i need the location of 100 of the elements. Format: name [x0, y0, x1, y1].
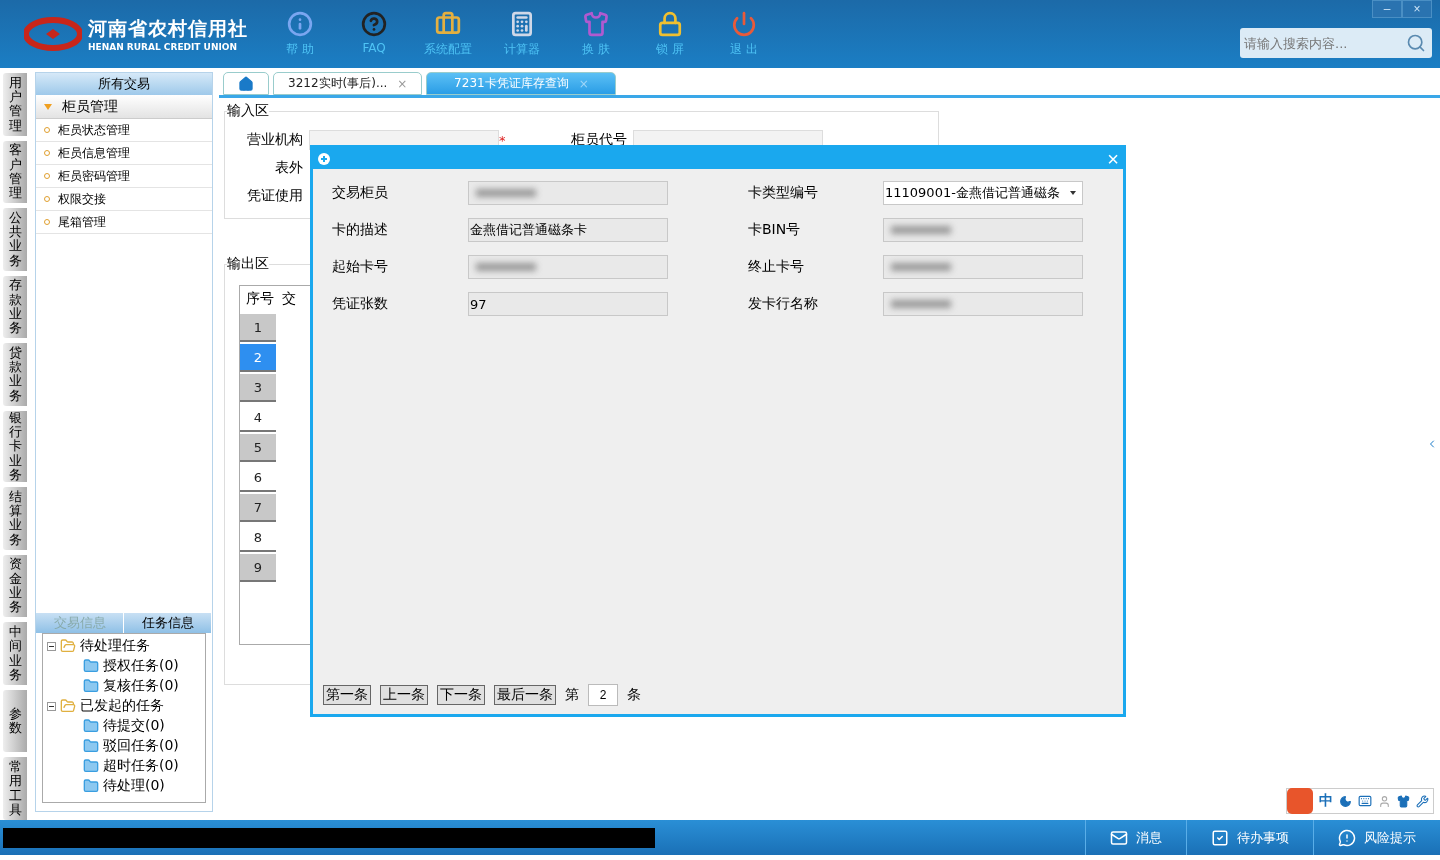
input-field[interactable] [883, 255, 1083, 279]
row-number[interactable]: 3 [240, 374, 276, 402]
side-tab[interactable]: 存款业务 [3, 275, 27, 339]
field-label: 终止卡号 [748, 258, 805, 276]
tree-node[interactable]: 授权任务(0) [103, 657, 179, 675]
lock-icon [657, 10, 683, 37]
side-tab[interactable]: 公共业务 [3, 208, 27, 271]
tree-node[interactable]: 复核任务(0) [103, 677, 179, 695]
sidebar-item[interactable]: 柜员信息管理 [36, 142, 212, 165]
select-field[interactable]: 11109001-金燕借记普通磁条 [883, 181, 1083, 205]
field-label: 卡类型编号 [748, 184, 819, 202]
folder-icon [83, 778, 99, 794]
side-tab[interactable]: 客户管理 [3, 140, 27, 204]
info-icon [287, 10, 313, 37]
ime-mode[interactable]: 中 [1319, 792, 1333, 810]
mail-icon [1110, 828, 1128, 847]
field-label: 凭证张数 [332, 295, 389, 313]
nav-button[interactable]: 下一条 [437, 685, 485, 705]
field-label: 卡的描述 [332, 221, 389, 239]
sidebar-item[interactable]: 柜员状态管理 [36, 119, 212, 142]
row-number[interactable]: 9 [240, 554, 276, 582]
faq-icon [361, 10, 387, 37]
field-label: 营业机构 [246, 131, 304, 149]
page-tab[interactable]: 3212实时(事后)... × [273, 72, 423, 95]
keyboard-icon[interactable] [1358, 794, 1372, 808]
input-field[interactable] [883, 292, 1083, 316]
blurred-value [476, 263, 536, 271]
logo-subtitle: HENAN RURAL CREDIT UNION [88, 42, 238, 52]
blurred-value [891, 226, 951, 234]
tree-node[interactable]: 待处理任务 [80, 637, 150, 655]
tree-node[interactable]: 驳回任务(0) [103, 737, 179, 755]
search-icon[interactable] [1406, 33, 1426, 53]
nav-button[interactable]: 上一条 [380, 685, 428, 705]
caret-icon [44, 103, 52, 110]
input-field[interactable]: 97 [468, 292, 668, 316]
home-tab[interactable] [223, 72, 269, 95]
column-header: 交 [282, 290, 296, 308]
speech-bubble-icon [1338, 828, 1356, 847]
side-tab[interactable]: 贷款业务 [3, 343, 27, 406]
side-tab[interactable]: 参数 [3, 689, 27, 753]
section-title: 输出区 [227, 255, 269, 273]
tree-node[interactable]: 待提交(0) [103, 717, 165, 735]
input-field[interactable]: 金燕借记普通磁条卡 [468, 218, 668, 242]
close-button[interactable]: × [1402, 0, 1432, 18]
blurred-value [476, 189, 536, 197]
tree-node[interactable]: 超时任务(0) [103, 757, 179, 775]
field-label: 卡BIN号 [748, 221, 802, 239]
side-tab[interactable]: 常用工具 [3, 757, 27, 820]
input-field[interactable] [468, 181, 668, 205]
tree-node[interactable]: 待处理(0) [103, 777, 165, 795]
field-label: 发卡行名称 [748, 295, 819, 313]
pager-label: 第 [565, 686, 579, 704]
shirt-icon[interactable] [1397, 794, 1410, 808]
folder-icon [83, 718, 99, 734]
folder-icon [83, 678, 99, 694]
row-number[interactable]: 5 [240, 434, 276, 462]
status-button[interactable]: 风险提示 [1313, 820, 1440, 855]
checkbox-icon [1211, 828, 1229, 847]
side-tab[interactable]: 中间业务 [3, 622, 27, 685]
folder-icon [60, 638, 76, 654]
folder-icon [83, 738, 99, 754]
folder-icon [83, 758, 99, 774]
section-title: 输入区 [227, 102, 269, 120]
logo-title: 河南省农村信用社 [88, 16, 248, 41]
caret-icon [1070, 191, 1076, 195]
group-header[interactable]: 柜员管理 [36, 95, 212, 119]
user-icon[interactable] [1378, 794, 1391, 808]
sidebar-item[interactable]: 尾箱管理 [36, 211, 212, 234]
collapse-icon[interactable] [47, 701, 56, 711]
moon-icon[interactable] [1339, 794, 1352, 808]
blurred-value [891, 300, 951, 308]
side-tab[interactable]: 资金业务 [3, 554, 27, 618]
side-tab[interactable]: 银行卡业务 [3, 410, 27, 483]
status-button[interactable]: 待办事项 [1186, 820, 1313, 855]
required-mark: * [499, 132, 507, 148]
side-tab[interactable]: 结算业务 [3, 487, 27, 550]
folder-icon [60, 698, 76, 714]
sidebar-header: 所有交易 [36, 73, 212, 95]
field-label: 起始卡号 [332, 258, 389, 276]
folder-icon [83, 658, 99, 674]
input-field[interactable] [883, 218, 1083, 242]
input-field[interactable] [468, 255, 668, 279]
side-tab[interactable]: 用户管理 [3, 73, 27, 136]
field-label: 表外 [274, 159, 304, 177]
row-number[interactable]: 1 [240, 314, 276, 342]
search-field[interactable]: 请输入搜索内容... [1240, 28, 1432, 58]
sidebar-item[interactable]: 柜员密码管理 [36, 165, 212, 188]
collapse-icon[interactable] [47, 641, 56, 651]
status-button[interactable]: 消息 [1085, 820, 1186, 855]
minimize-button[interactable]: – [1372, 0, 1402, 18]
blurred-value [891, 263, 951, 271]
column-header: 序号 [246, 290, 274, 308]
page-field[interactable]: 2 [588, 684, 618, 706]
wrench-icon[interactable] [1416, 794, 1429, 808]
logo-icon [24, 17, 82, 51]
nav-button[interactable]: 第一条 [323, 685, 371, 705]
sidebar-item[interactable]: 权限交接 [36, 188, 212, 211]
row-number[interactable]: 7 [240, 494, 276, 522]
tree-node[interactable]: 已发起的任务 [80, 697, 164, 715]
nav-button[interactable]: 最后一条 [494, 685, 556, 705]
